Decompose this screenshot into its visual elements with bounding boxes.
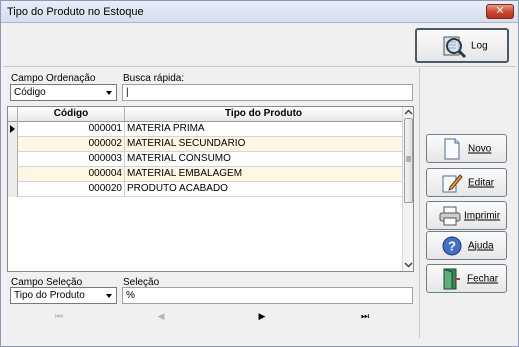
table-row[interactable]: 000004 MATERIAL EMBALAGEM — [8, 167, 403, 182]
fechar-label: Fechar — [467, 273, 499, 284]
selection-value: % — [126, 290, 135, 301]
log-label: Log — [471, 40, 488, 51]
ajuda-button[interactable]: ? Ajuda — [426, 231, 507, 260]
editar-button[interactable]: Editar — [426, 168, 507, 197]
grid-header: Código Tipo do Produto — [8, 107, 403, 122]
ajuda-label: Ajuda — [468, 240, 494, 251]
cell-tipo[interactable]: MATERIAL SECUNDARIO — [125, 137, 403, 151]
table-row[interactable]: 000002 MATERIAL SECUNDARIO — [8, 137, 403, 152]
log-icon — [443, 36, 467, 59]
row-indicator[interactable] — [8, 167, 18, 182]
nav-first-button[interactable]: ⏮ — [44, 309, 74, 323]
selection-input[interactable]: % — [122, 287, 413, 304]
cell-codigo[interactable]: 000001 — [18, 122, 125, 136]
editar-label: Editar — [468, 177, 495, 188]
printer-icon — [439, 206, 461, 226]
cell-codigo[interactable]: 000003 — [18, 152, 125, 166]
actions-panel: Novo Editar Imprimir ? Ajuda Fechar — [419, 68, 516, 338]
column-header-tipo[interactable]: Tipo do Produto — [125, 107, 403, 122]
imprimir-label: Imprimir — [464, 210, 501, 221]
selection-field-select[interactable]: Tipo do Produto — [10, 287, 117, 304]
cell-tipo[interactable]: MATERIAL CONSUMO — [125, 152, 403, 166]
scroll-down-icon[interactable] — [404, 260, 413, 269]
edit-pencil-icon — [442, 174, 463, 193]
table-row[interactable]: 000003 MATERIAL CONSUMO — [8, 152, 403, 167]
novo-label: Novo — [468, 143, 492, 154]
grid-corner — [8, 107, 18, 122]
window: Tipo do Produto no Estoque ✕ Log Campo O… — [0, 0, 519, 347]
quick-search-input[interactable]: | — [122, 84, 413, 101]
nav-prev-button[interactable]: ◀ — [146, 309, 176, 323]
row-indicator[interactable] — [8, 122, 18, 137]
chevron-down-icon — [106, 294, 112, 298]
title-bar: Tipo do Produto no Estoque ✕ — [1, 1, 518, 23]
nav-next-button[interactable]: ▶ — [247, 309, 277, 323]
sort-select-value: Código — [14, 87, 46, 98]
row-indicator[interactable] — [8, 152, 18, 167]
table-row[interactable]: 000020 PRODUTO ACABADO — [8, 182, 403, 197]
selection-field-value: Tipo do Produto — [14, 290, 85, 301]
top-panel: Log — [3, 24, 516, 67]
quick-search-value: | — [126, 87, 129, 98]
cell-tipo[interactable]: MATERIAL EMBALAGEM — [125, 167, 403, 181]
vertical-scrollbar[interactable] — [402, 107, 413, 271]
close-button[interactable]: ✕ — [486, 4, 514, 19]
cell-tipo[interactable]: PRODUTO ACABADO — [125, 182, 403, 196]
log-button[interactable]: Log — [415, 28, 509, 63]
quick-search-label: Busca rápida: — [123, 73, 185, 84]
imprimir-button[interactable]: Imprimir — [426, 201, 507, 230]
column-header-codigo[interactable]: Código — [18, 107, 125, 122]
current-row-icon — [10, 125, 15, 133]
sort-label: Campo Ordenação — [11, 73, 96, 84]
cell-codigo[interactable]: 000004 — [18, 167, 125, 181]
cell-tipo[interactable]: MATERIA PRIMA — [125, 122, 403, 136]
row-indicator[interactable] — [8, 182, 18, 197]
cell-codigo[interactable]: 000002 — [18, 137, 125, 151]
row-indicator[interactable] — [8, 137, 18, 152]
chevron-down-icon — [106, 91, 112, 95]
help-icon: ? — [442, 236, 462, 256]
scroll-grip-icon — [406, 156, 411, 162]
table-row[interactable]: 000001 MATERIA PRIMA — [8, 122, 403, 137]
nav-last-button[interactable]: ⏭ — [350, 309, 380, 323]
fechar-button[interactable]: Fechar — [426, 264, 507, 293]
scroll-up-icon[interactable] — [404, 108, 413, 117]
product-type-grid[interactable]: Código Tipo do Produto 000001 MATERIA PRI… — [7, 106, 414, 272]
sort-select[interactable]: Código — [10, 84, 117, 101]
cell-codigo[interactable]: 000020 — [18, 182, 125, 196]
novo-button[interactable]: Novo — [426, 134, 507, 163]
new-document-icon — [444, 138, 460, 160]
window-title: Tipo do Produto no Estoque — [7, 6, 144, 18]
svg-text:?: ? — [448, 239, 456, 254]
exit-door-icon — [443, 268, 460, 290]
record-navigator: ⏮ ◀ ▶ ⏭ — [7, 306, 414, 326]
